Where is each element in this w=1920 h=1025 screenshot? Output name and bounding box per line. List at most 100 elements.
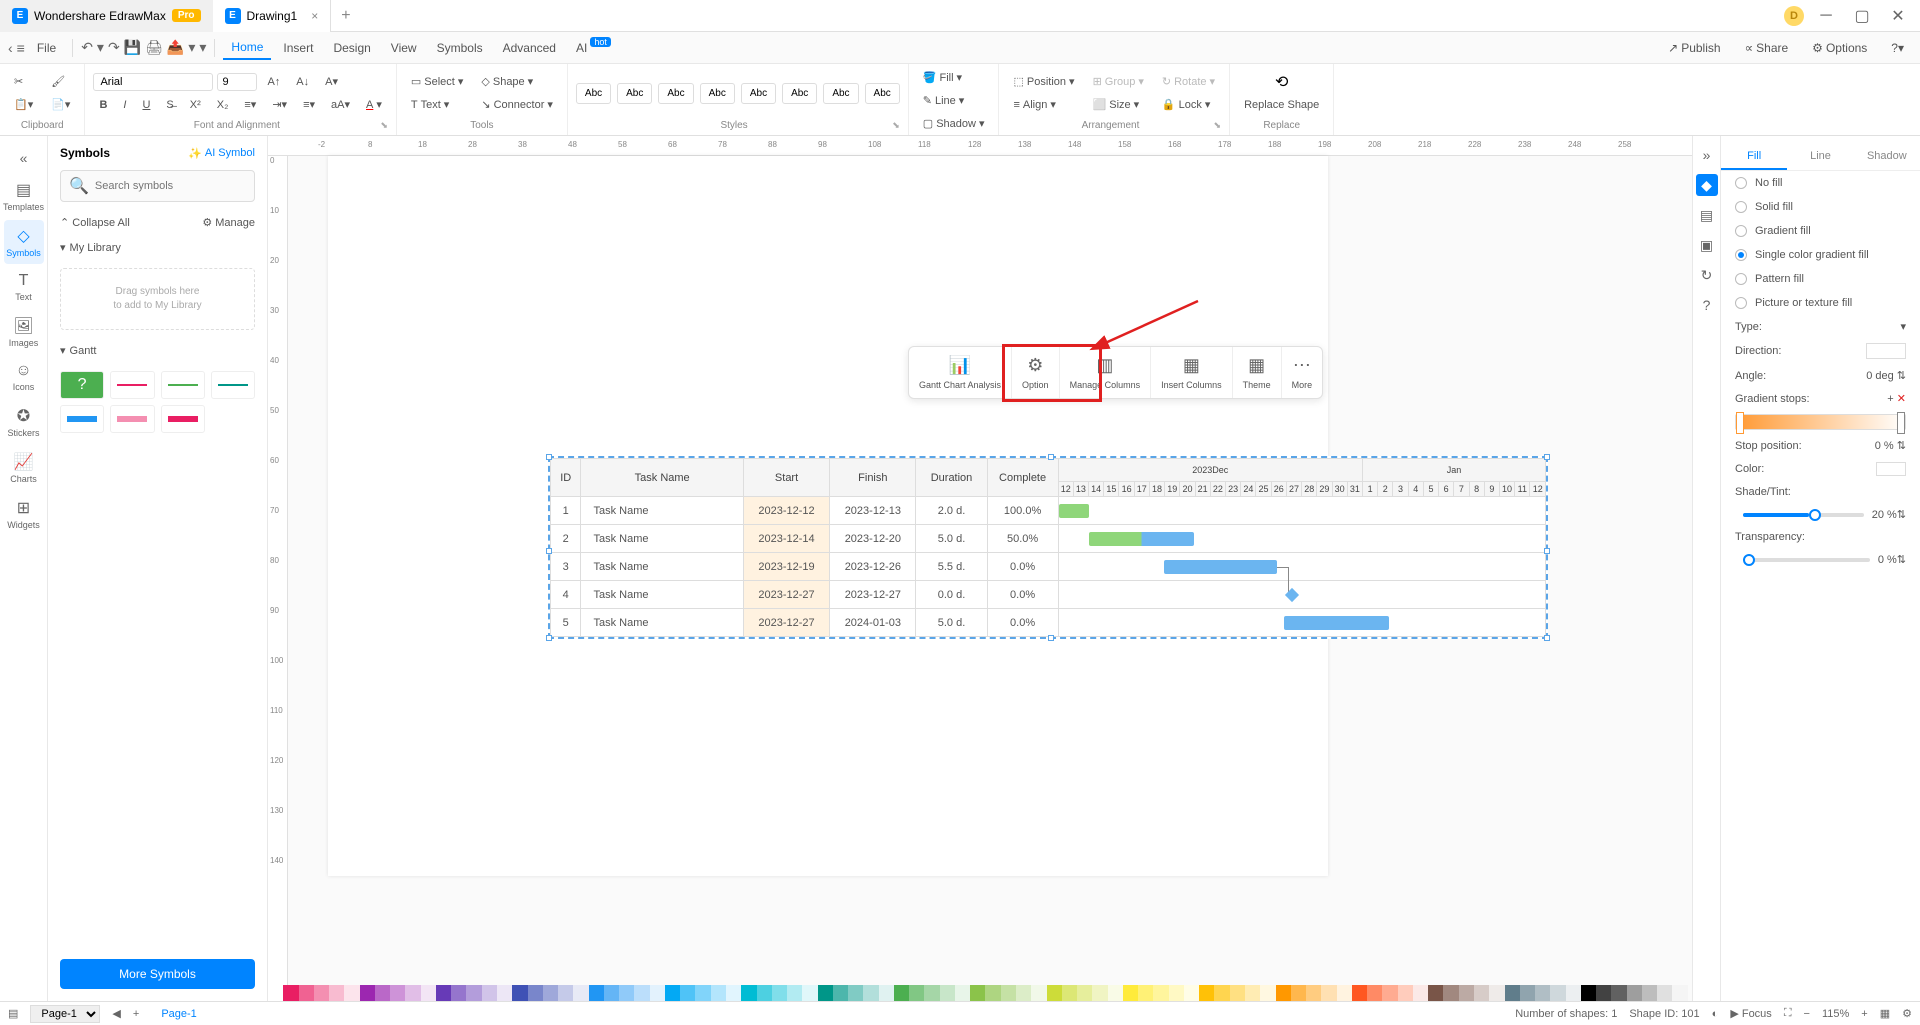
color-swatch[interactable] [1443, 985, 1458, 1001]
expand-right-icon[interactable]: » [1696, 144, 1718, 166]
options-button[interactable]: ⚙ Options [1804, 37, 1875, 59]
color-swatch[interactable] [1138, 985, 1153, 1001]
zoom-out-icon[interactable]: − [1804, 1008, 1810, 1020]
gradient-bar[interactable] [1735, 414, 1906, 430]
mylibrary-section[interactable]: ▾ My Library [48, 235, 267, 260]
gantt-table[interactable]: ID Task Name Start Finish Duration Compl… [550, 458, 1546, 637]
direction-select[interactable] [1866, 343, 1906, 359]
line-button[interactable]: ✎ Line▾ [917, 91, 991, 110]
color-swatch[interactable] [970, 985, 985, 1001]
color-swatch[interactable] [329, 985, 344, 1001]
color-swatch[interactable] [1413, 985, 1428, 1001]
color-swatch[interactable] [1123, 985, 1138, 1001]
color-swatch[interactable] [497, 985, 512, 1001]
color-swatch[interactable] [451, 985, 466, 1001]
color-swatch[interactable] [375, 985, 390, 1001]
bullets-icon[interactable]: ≡▾ [297, 95, 321, 114]
fill-button[interactable]: 🪣 Fill▾ [917, 68, 991, 87]
color-swatch[interactable] [833, 985, 848, 1001]
focus-toggle[interactable]: ▶ Focus [1730, 1007, 1771, 1020]
color-swatch[interactable] [1062, 985, 1077, 1001]
color-swatch[interactable] [421, 985, 436, 1001]
hamburger-icon[interactable]: ≡ [17, 40, 25, 56]
color-swatch[interactable] [1367, 985, 1382, 1001]
color-swatch[interactable] [940, 985, 955, 1001]
collapse-all-link[interactable]: ⌃ Collapse All [60, 216, 130, 229]
style-preset[interactable]: Abc [782, 83, 817, 104]
color-swatch[interactable] [1214, 985, 1229, 1001]
style-preset[interactable]: Abc [865, 83, 900, 104]
font-family-select[interactable] [93, 73, 213, 91]
color-swatch[interactable] [1077, 985, 1092, 1001]
lock-button[interactable]: 🔒 Lock▾ [1156, 95, 1221, 114]
transp-stepper[interactable]: ⇅ [1897, 553, 1906, 566]
page-setup-icon[interactable]: ▤ [1696, 204, 1718, 226]
font-dialog-icon[interactable]: ⬊ [380, 120, 388, 131]
insert-columns-button[interactable]: ▦Insert Columns [1151, 347, 1233, 398]
redo-icon[interactable]: ↷ [108, 39, 120, 56]
collapse-left-icon[interactable]: « [14, 144, 34, 172]
color-swatch[interactable] [1230, 985, 1245, 1001]
opt-nofill[interactable]: No fill [1721, 171, 1920, 195]
col-duration[interactable]: Duration [916, 459, 987, 497]
color-swatch[interactable] [573, 985, 588, 1001]
shadow-button[interactable]: ▢ Shadow▾ [917, 114, 991, 133]
color-swatch[interactable] [909, 985, 924, 1001]
color-picker[interactable] [1876, 462, 1906, 476]
minimize-button[interactable]: ─ [1812, 2, 1840, 30]
share-button[interactable]: ∝ Share [1737, 37, 1797, 59]
more-dropdown-icon[interactable]: ▾ [199, 39, 206, 56]
help-right-icon[interactable]: ? [1696, 294, 1718, 316]
page-select[interactable]: Page-1 [30, 1005, 100, 1023]
subscript-icon[interactable]: X₂ [211, 96, 235, 114]
save-icon[interactable]: 💾 [124, 39, 141, 56]
sidebar-widgets[interactable]: ⊞Widgets [4, 492, 44, 536]
color-swatch[interactable] [466, 985, 481, 1001]
color-swatch[interactable] [268, 985, 283, 1001]
tab-fill[interactable]: Fill [1721, 144, 1787, 170]
arrangement-dialog-icon[interactable]: ⬊ [1214, 120, 1222, 131]
tab-view[interactable]: View [383, 37, 425, 59]
styles-dialog-icon[interactable]: ⬊ [892, 120, 900, 131]
tab-home[interactable]: Home [223, 36, 271, 60]
color-swatch[interactable] [482, 985, 497, 1001]
sidebar-templates[interactable]: ▤Templates [4, 174, 44, 218]
format-painter-icon[interactable]: 🖌 [45, 72, 76, 91]
color-swatch[interactable] [1153, 985, 1168, 1001]
color-swatch[interactable] [1505, 985, 1520, 1001]
export-dropdown-icon[interactable]: ▾ [188, 39, 195, 56]
color-swatch[interactable] [787, 985, 802, 1001]
superscript-icon[interactable]: X² [184, 96, 207, 114]
color-swatch[interactable] [1459, 985, 1474, 1001]
font-color-icon[interactable]: A▾ [360, 95, 388, 114]
stoppos-stepper[interactable]: ⇅ [1897, 440, 1906, 452]
more-button[interactable]: ⋯More [1282, 347, 1323, 398]
col-finish[interactable]: Finish [830, 459, 916, 497]
gantt-row[interactable]: 3Task Name2023-12-192023-12-265.5 d.0.0% [551, 553, 1546, 581]
color-swatch[interactable] [726, 985, 741, 1001]
opt-solidfill[interactable]: Solid fill [1721, 195, 1920, 219]
help-button[interactable]: ?▾ [1883, 37, 1912, 59]
ai-symbol-link[interactable]: ✨ AI Symbol [188, 147, 255, 160]
col-complete[interactable]: Complete [987, 459, 1058, 497]
cut-icon[interactable]: ✂ [8, 72, 39, 91]
document-tab[interactable]: E Drawing1 × [213, 0, 332, 32]
col-id[interactable]: ID [551, 459, 581, 497]
color-swatch[interactable] [1550, 985, 1565, 1001]
sidebar-icons[interactable]: ☺Icons [4, 356, 44, 398]
symbol-item[interactable] [110, 405, 154, 433]
manage-link[interactable]: ⚙ Manage [202, 216, 255, 229]
color-swatch[interactable] [1611, 985, 1626, 1001]
theme-button[interactable]: ▦Theme [1233, 347, 1282, 398]
sidebar-stickers[interactable]: ✪Stickers [4, 400, 44, 444]
case-icon[interactable]: aA▾ [325, 95, 356, 114]
color-swatch[interactable] [1245, 985, 1260, 1001]
symbol-item[interactable] [211, 371, 255, 399]
color-swatch[interactable] [1657, 985, 1672, 1001]
add-page-icon[interactable]: + [133, 1008, 139, 1020]
font-decrease-icon[interactable]: A↓ [290, 73, 315, 91]
italic-icon[interactable]: I [117, 96, 132, 114]
undo-icon[interactable]: ↶ [81, 39, 93, 56]
layers-icon[interactable]: ▣ [1696, 234, 1718, 256]
back-icon[interactable]: ‹ [8, 40, 13, 56]
